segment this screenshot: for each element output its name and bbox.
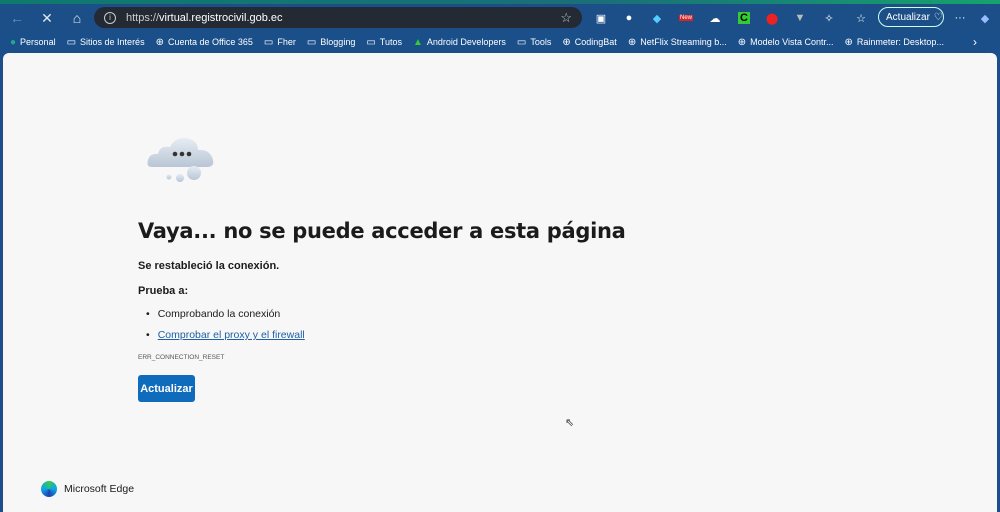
bookmarks-bar: ● Personal ▭ Sitios de Interés ⊕ Cuenta de … [0, 32, 1000, 52]
favorites-icon[interactable]: ☆ [851, 8, 871, 28]
suggestion-item: • Comprobando la conexión [146, 308, 281, 320]
bookmark-personal[interactable]: ● Personal [10, 37, 56, 48]
stop-button[interactable]: ✕ [34, 10, 60, 27]
screen-icon[interactable]: ▣ [591, 8, 611, 28]
bookmark-link[interactable]: ⊕ Cuenta de Office 365 [156, 37, 253, 48]
favorite-star-icon[interactable]: ☆ [560, 10, 572, 26]
bookmark-folder[interactable]: ▭ Tutos [366, 37, 402, 48]
diamond-icon[interactable]: ◆ [647, 8, 667, 28]
chevron-right-icon[interactable]: › [973, 35, 977, 49]
globe-icon: ⊕ [155, 36, 164, 48]
home-button[interactable]: ⌂ [64, 10, 90, 26]
try-label: Prueba a: [138, 285, 189, 297]
error-code: ERR_CONNECTION_RESET [138, 354, 225, 361]
puzzle-icon[interactable]: ✧ [819, 8, 839, 28]
bookmark-folder[interactable]: ▭ Tools [517, 37, 551, 48]
globe-icon: ⊕ [844, 36, 853, 48]
error-title: Vaya... no se puede acceder a esta págin… [138, 219, 626, 243]
error-subtitle: Se restableció la conexión. [138, 260, 280, 272]
bookmark-folder[interactable]: ▭ Sitios de Interés [67, 37, 145, 48]
mouse-cursor-icon: ⇖ [565, 417, 575, 429]
shield-icon[interactable]: ⬤ [762, 8, 782, 28]
bookmark-folder[interactable]: ▭ Blogging [307, 37, 355, 48]
suggestion-item: • Comprobar el proxy y el firewall [146, 329, 305, 341]
edge-logo-icon [41, 481, 57, 497]
error-page: Vaya... no se puede acceder a esta págin… [3, 53, 997, 512]
v-icon[interactable]: ▼ [790, 8, 810, 28]
c-icon[interactable]: C [734, 8, 754, 28]
globe-icon: ⊕ [562, 36, 571, 48]
address-bar[interactable]: i https://virtual.registrocivil.gob.ec ☆ [94, 7, 582, 28]
folder-icon: ▭ [366, 36, 376, 48]
folder-icon: ▭ [516, 36, 527, 48]
refresh-button[interactable]: Actualizar [138, 375, 195, 402]
new-badge-icon[interactable]: New [676, 8, 696, 28]
toolbar: ← ✕ ⌂ i https://virtual.registrocivil.go… [0, 4, 1000, 32]
ip-icon[interactable]: ● [619, 8, 639, 28]
edge-branding: Microsoft Edge [41, 481, 134, 497]
copilot-icon[interactable]: ◆ [975, 8, 995, 28]
bookmark-link[interactable]: ⊕ CodingBat [562, 37, 616, 48]
info-icon[interactable]: i [104, 11, 116, 24]
more-menu-icon[interactable]: ··· [950, 8, 970, 28]
globe-icon: ⊕ [737, 36, 747, 48]
bookmark-link[interactable]: ⊕ NetFlix Streaming b... [628, 37, 727, 48]
bookmark-folder[interactable]: ▭ Fher [264, 37, 296, 48]
folder-icon: ▭ [263, 36, 274, 48]
proxy-firewall-link[interactable]: Comprobar el proxy y el firewall [158, 329, 305, 341]
update-browser-button[interactable]: Actualizar ♡ [878, 7, 944, 27]
cloud-icon[interactable]: ☁ [705, 8, 725, 28]
folder-icon: ▭ [66, 36, 77, 48]
cloud-icon [147, 138, 214, 182]
bookmark-link[interactable]: ⊕ Modelo Vista Contr... [738, 37, 834, 48]
globe-icon: ⊕ [627, 36, 637, 48]
bookmark-link[interactable]: ▲ Android Developers [413, 37, 506, 48]
back-button[interactable]: ← [4, 10, 30, 26]
folder-icon: ▭ [306, 36, 317, 48]
url-host: virtual.registrocivil.gob.ec [159, 11, 283, 24]
bookmark-link[interactable]: ⊕ Rainmeter: Desktop... [845, 37, 944, 48]
url-scheme: https:// [126, 11, 160, 24]
android-icon: ▲ [412, 36, 423, 48]
brand-label: Microsoft Edge [64, 483, 135, 495]
profile-icon: ● [10, 36, 17, 48]
